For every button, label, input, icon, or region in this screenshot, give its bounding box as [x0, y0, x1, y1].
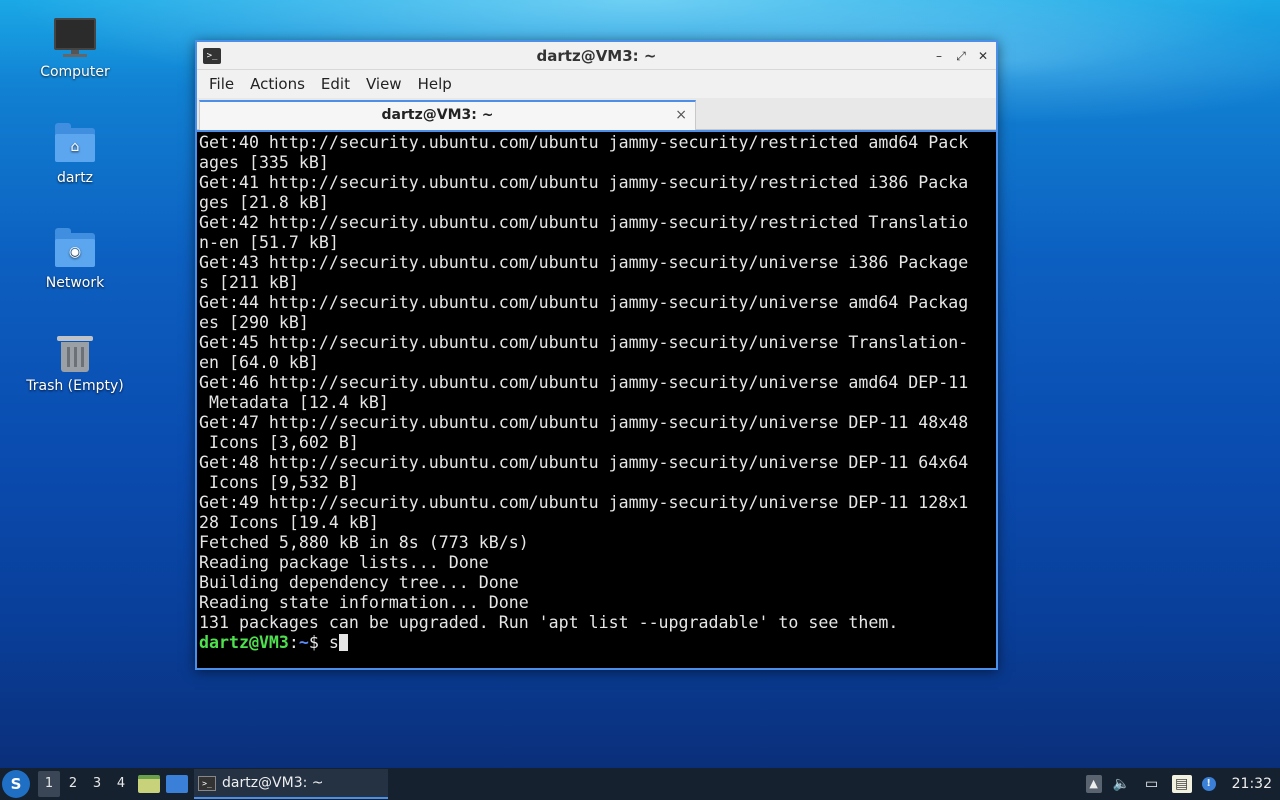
task-label: dartz@VM3: ~: [222, 775, 324, 791]
workspace-2[interactable]: 2: [62, 771, 84, 797]
terminal-line: es [290 kB]: [199, 313, 309, 332]
workspace-1[interactable]: 1: [38, 771, 60, 797]
terminal-line: Fetched 5,880 kB in 8s (773 kB/s): [199, 533, 529, 552]
terminal-cursor: [338, 634, 348, 651]
workspace-4[interactable]: 4: [110, 771, 132, 797]
tab-close-icon[interactable]: ×: [675, 106, 687, 124]
file-manager-icon[interactable]: [138, 775, 160, 793]
terminal-line: Icons [3,602 B]: [199, 433, 359, 452]
tab-terminal[interactable]: dartz@VM3: ~ ×: [199, 100, 696, 130]
terminal-line: Reading state information... Done: [199, 593, 529, 612]
terminal-line: Get:44 http://security.ubuntu.com/ubuntu…: [199, 293, 969, 312]
terminal-task-icon: >_: [198, 775, 216, 791]
terminal-line: Get:42 http://security.ubuntu.com/ubuntu…: [199, 213, 969, 232]
desktop-icon-computer[interactable]: Computer: [20, 18, 130, 80]
terminal-line: en [64.0 kB]: [199, 353, 319, 372]
menu-help[interactable]: Help: [410, 70, 460, 98]
terminal-prompt-line[interactable]: dartz@VM3:~$ s: [199, 633, 994, 653]
home-folder-icon: ⌂: [53, 123, 97, 164]
menubar: File Actions Edit View Help: [197, 70, 996, 98]
desktop-icon-label: Trash (Empty): [26, 378, 124, 394]
prompt-symbol: $: [308, 633, 329, 652]
tray-expand-icon[interactable]: ▲: [1085, 775, 1102, 793]
tab-bar: dartz@VM3: ~ ×: [197, 98, 996, 130]
terminal-window: >_ dartz@VM3: ~ – ⤢ ✕ File Actions Edit …: [195, 40, 998, 670]
computer-icon: [53, 18, 97, 58]
trash-icon: [53, 332, 97, 372]
workspace-3[interactable]: 3: [86, 771, 108, 797]
close-button[interactable]: ✕: [976, 49, 990, 63]
desktop-icon-trash[interactable]: Trash (Empty): [20, 332, 130, 394]
terminal-line: 28 Icons [19.4 kB]: [199, 513, 379, 532]
terminal-line: Get:47 http://security.ubuntu.com/ubuntu…: [199, 413, 969, 432]
prompt-separator: :: [288, 633, 299, 652]
terminal-line: ges [21.8 kB]: [199, 193, 329, 212]
volume-icon[interactable]: 🔈: [1112, 775, 1132, 793]
desktop-icon-label: Computer: [40, 64, 110, 80]
taskbar: S 1 2 3 4 >_ dartz@VM3: ~ ▲ 🔈 ▭ ▤ ! 21:3…: [0, 768, 1280, 800]
terminal-line: Reading package lists... Done: [199, 553, 489, 572]
window-title: dartz@VM3: ~: [536, 47, 657, 65]
terminal-line: ages [335 kB]: [199, 153, 329, 172]
menu-actions[interactable]: Actions: [242, 70, 313, 98]
show-desktop-icon[interactable]: [166, 775, 188, 793]
taskbar-task-terminal[interactable]: >_ dartz@VM3: ~: [194, 769, 388, 799]
terminal-line: Building dependency tree... Done: [199, 573, 519, 592]
terminal-line: Get:45 http://security.ubuntu.com/ubuntu…: [199, 333, 969, 352]
terminal-line: Metadata [12.4 kB]: [199, 393, 389, 412]
menu-edit[interactable]: Edit: [313, 70, 358, 98]
desktop-icon-label: Network: [45, 275, 105, 291]
terminal-line: Get:41 http://security.ubuntu.com/ubuntu…: [199, 173, 969, 192]
terminal-line: Icons [9,532 B]: [199, 473, 359, 492]
terminal-line: Get:40 http://security.ubuntu.com/ubuntu…: [199, 133, 969, 152]
terminal-line: Get:43 http://security.ubuntu.com/ubuntu…: [199, 253, 969, 272]
terminal-line: 131 packages can be upgraded. Run 'apt l…: [199, 613, 899, 632]
network-folder-icon: ◉: [53, 228, 97, 269]
desktop-icon-label: dartz: [56, 170, 94, 186]
tab-title: dartz@VM3: ~: [381, 107, 494, 123]
prompt-user: dartz@VM3: [199, 633, 289, 652]
window-titlebar[interactable]: >_ dartz@VM3: ~ – ⤢ ✕: [197, 42, 996, 70]
menu-file[interactable]: File: [201, 70, 242, 98]
terminal-line: Get:46 http://security.ubuntu.com/ubuntu…: [199, 373, 969, 392]
updates-icon[interactable]: !: [1201, 777, 1216, 791]
terminal-line: s [211 kB]: [199, 273, 299, 292]
desktop-icon-home[interactable]: ⌂ dartz: [20, 123, 130, 186]
system-tray: ▲ 🔈 ▭ ▤ ! 21:32: [1085, 768, 1280, 800]
clipboard-icon[interactable]: ▤: [1171, 775, 1192, 793]
terminal-line: Get:49 http://security.ubuntu.com/ubuntu…: [199, 493, 969, 512]
network-icon[interactable]: ▭: [1142, 775, 1162, 793]
clock[interactable]: 21:32: [1232, 776, 1272, 792]
minimize-button[interactable]: –: [932, 49, 946, 63]
terminal-line: n-en [51.7 kB]: [199, 233, 339, 252]
terminal-output[interactable]: Get:40 http://security.ubuntu.com/ubuntu…: [197, 132, 996, 668]
menu-view[interactable]: View: [358, 70, 410, 98]
maximize-button[interactable]: ⤢: [954, 49, 968, 63]
terminal-line: Get:48 http://security.ubuntu.com/ubuntu…: [199, 453, 969, 472]
terminal-input[interactable]: s: [329, 633, 339, 652]
start-menu-button[interactable]: S: [2, 770, 30, 798]
desktop-icon-network[interactable]: ◉ Network: [20, 228, 130, 291]
prompt-path: ~: [298, 633, 309, 652]
